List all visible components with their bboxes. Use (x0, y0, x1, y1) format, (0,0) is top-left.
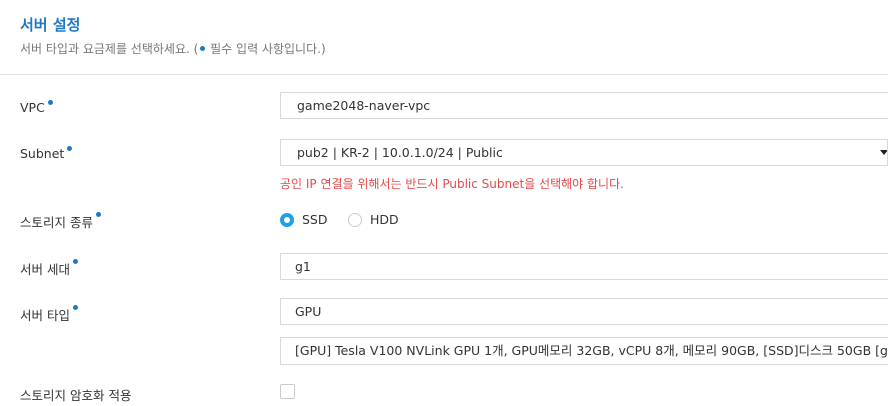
subnet-value: pub2 | KR-2 | 10.0.1.0/24 | Public (297, 145, 503, 160)
subnet-label-text: Subnet (20, 146, 65, 161)
server-type-label: 서버 타입 (20, 305, 78, 324)
server-spec-value: [GPU] Tesla V100 NVLink GPU 1개, GPU메모리 3… (295, 343, 888, 358)
section-header: 서버 설정 서버 타입과 요금제를 선택하세요. ( 필수 입력 사항입니다.) (0, 0, 888, 75)
required-dot-icon (67, 146, 73, 151)
storage-encryption-label: 스토리지 암호화 적용 (20, 385, 131, 404)
required-dot-icon (47, 100, 53, 105)
required-dot-icon (200, 46, 206, 51)
subtitle-text-before: 서버 타입과 요금제를 선택하세요. ( (20, 42, 199, 56)
radio-checked-icon (280, 212, 294, 227)
radio-label-ssd: SSD (302, 212, 328, 227)
subtitle-text-after: 필수 입력 사항입니다.) (206, 42, 326, 56)
storage-encryption-label-text: 스토리지 암호화 적용 (20, 388, 132, 403)
server-generation-label-text: 서버 세대 (20, 262, 70, 277)
radio-unchecked-icon (348, 212, 362, 227)
server-generation-label: 서버 세대 (20, 259, 78, 278)
server-generation-value: g1 (295, 259, 311, 274)
subnet-select[interactable]: pub2 | KR-2 | 10.0.1.0/24 | Public (280, 139, 888, 166)
storage-type-label-text: 스토리지 종류 (20, 215, 93, 230)
storage-encryption-checkbox[interactable] (280, 384, 295, 399)
server-type-value: GPU (295, 304, 322, 319)
server-spec-field[interactable]: [GPU] Tesla V100 NVLink GPU 1개, GPU메모리 3… (280, 337, 888, 365)
server-type-label-text: 서버 타입 (20, 308, 70, 323)
section-title: 서버 설정 (20, 16, 81, 34)
vpc-label: VPC (20, 100, 53, 115)
server-generation-field[interactable]: g1 (280, 253, 888, 280)
section-subtitle: 서버 타입과 요금제를 선택하세요. ( 필수 입력 사항입니다.) (20, 40, 326, 57)
server-type-field[interactable]: GPU (280, 298, 888, 325)
vpc-label-text: VPC (20, 100, 45, 115)
vpc-field[interactable]: game2048-naver-vpc (280, 92, 888, 119)
required-dot-icon (72, 305, 78, 310)
radio-label-hdd: HDD (370, 212, 399, 227)
storage-type-hdd-radio[interactable]: HDD (348, 212, 399, 227)
required-dot-icon (95, 212, 101, 217)
storage-type-ssd-radio[interactable]: SSD (280, 212, 328, 227)
subnet-warning: 공인 IP 연결을 위해서는 반드시 Public Subnet을 선택해야 합… (280, 177, 624, 191)
required-dot-icon (72, 259, 78, 264)
vpc-value: game2048-naver-vpc (297, 98, 431, 113)
storage-type-label: 스토리지 종류 (20, 212, 101, 231)
chevron-down-icon (880, 150, 887, 155)
subnet-label: Subnet (20, 146, 73, 161)
